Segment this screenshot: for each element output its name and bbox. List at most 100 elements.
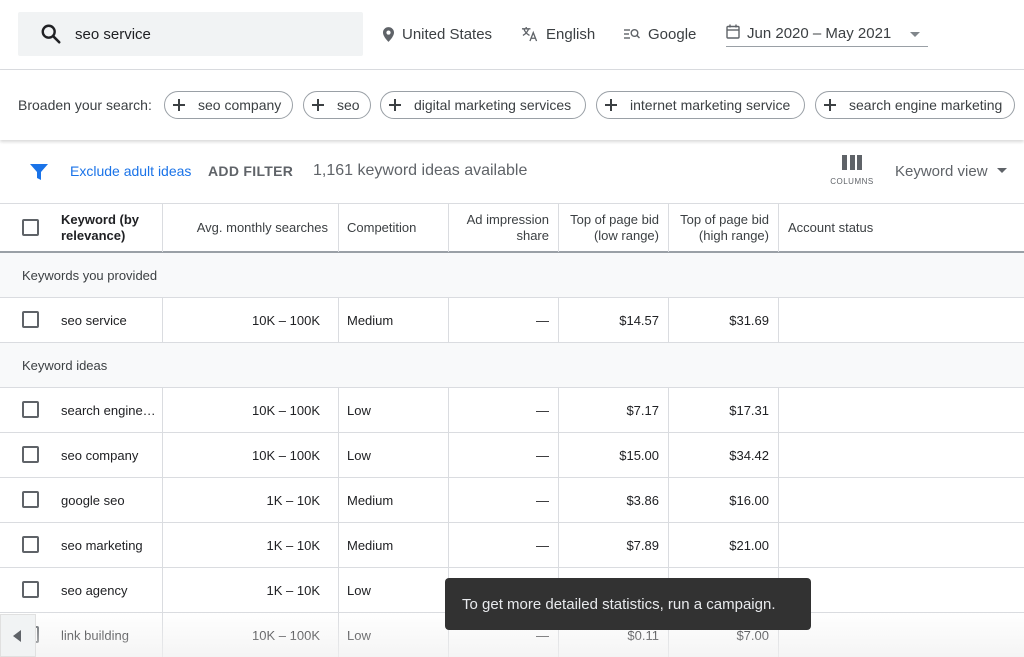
keyword-cell: google seo <box>61 493 125 508</box>
chip-label: search engine marketing <box>849 97 1003 113</box>
header-bid-high[interactable]: Top of page bid (high range) <box>670 204 769 252</box>
avg-searches-cell: 1K – 10K <box>266 583 321 598</box>
column-divider <box>338 433 339 477</box>
header-bid-low[interactable]: Top of page bid (low range) <box>560 204 659 252</box>
network-selector[interactable]: Google <box>624 24 696 44</box>
bid-low-cell: $15.00 <box>619 448 659 463</box>
broaden-chip[interactable]: digital marketing services <box>380 91 586 119</box>
table-row: seo marketing 1K – 10K Medium — $7.89 $2… <box>0 523 1024 568</box>
chip-label: internet marketing service <box>630 97 791 113</box>
arrow-left-icon <box>13 630 21 642</box>
column-divider <box>162 613 163 657</box>
columns-button[interactable]: COLUMNS <box>829 155 875 186</box>
network-label: Google <box>648 25 697 43</box>
column-divider <box>338 613 339 657</box>
column-divider <box>558 478 559 522</box>
competition-cell: Low <box>347 583 371 598</box>
table-row: seo company 10K – 100K Low — $15.00 $34.… <box>0 433 1024 478</box>
row-checkbox[interactable] <box>22 401 39 418</box>
chip-label: seo company <box>198 97 282 113</box>
keyword-cell: seo marketing <box>61 538 143 553</box>
translate-icon <box>521 26 538 42</box>
bid-low-cell: $3.86 <box>626 493 659 508</box>
dropdown-arrow-icon <box>997 168 1007 173</box>
targeting-bar: seo service United States English Google <box>0 0 1024 70</box>
row-checkbox[interactable] <box>22 446 39 463</box>
column-divider <box>338 478 339 522</box>
row-checkbox[interactable] <box>22 491 39 508</box>
language-selector[interactable]: English <box>521 24 595 44</box>
plus-icon <box>605 99 617 111</box>
column-divider <box>778 523 779 567</box>
avg-searches-cell: 10K – 100K <box>252 628 320 643</box>
broaden-chip[interactable]: internet marketing service <box>596 91 805 119</box>
column-divider <box>162 568 163 612</box>
broaden-chip[interactable]: search engine marketing <box>815 91 1015 119</box>
exclude-adult-ideas-link[interactable]: Exclude adult ideas <box>70 163 191 179</box>
broaden-chip[interactable]: seo company <box>164 91 293 119</box>
header-account-status[interactable]: Account status <box>788 204 928 252</box>
header-competition[interactable]: Competition <box>347 204 442 252</box>
bid-high-cell: $17.31 <box>729 403 769 418</box>
competition-cell: Low <box>347 628 371 643</box>
bid-high-cell: $34.42 <box>729 448 769 463</box>
column-divider <box>338 388 339 432</box>
column-divider <box>338 204 339 252</box>
section-title: Keywords you provided <box>22 268 158 283</box>
toast-message: To get more detailed statistics, run a c… <box>445 578 811 630</box>
add-filter-button[interactable]: ADD FILTER <box>208 163 293 179</box>
table-row: search engine… 10K – 100K Low — $7.17 $1… <box>0 388 1024 433</box>
column-divider <box>558 433 559 477</box>
competition-cell: Low <box>347 403 371 418</box>
date-range-label: Jun 2020 – May 2021 <box>747 25 892 42</box>
broaden-search-bar: Broaden your search: seo company seo dig… <box>0 70 1024 140</box>
select-all-checkbox[interactable] <box>22 219 39 236</box>
search-icon <box>41 24 61 44</box>
plus-icon <box>173 99 185 111</box>
date-range-selector[interactable]: Jun 2020 – May 2021 <box>726 20 928 47</box>
row-checkbox[interactable] <box>22 536 39 553</box>
column-divider <box>558 298 559 342</box>
table-toolbar: Exclude adult ideas ADD FILTER 1,161 key… <box>0 141 1024 203</box>
bid-high-cell: $31.69 <box>729 313 769 328</box>
columns-label: COLUMNS <box>830 177 874 186</box>
section-header: Keyword ideas <box>0 343 1024 388</box>
row-checkbox[interactable] <box>22 311 39 328</box>
column-divider <box>668 433 669 477</box>
column-divider <box>338 568 339 612</box>
column-divider <box>162 298 163 342</box>
header-avg-monthly-searches[interactable]: Avg. monthly searches <box>168 204 328 252</box>
column-divider <box>668 388 669 432</box>
header-keyword[interactable]: Keyword (by relevance) <box>61 204 156 252</box>
header-ad-impression-share[interactable]: Ad impression share <box>450 204 549 252</box>
keyword-view-dropdown[interactable]: Keyword view <box>895 163 988 180</box>
chip-label: seo <box>337 97 360 113</box>
column-divider <box>448 523 449 567</box>
bid-high-cell: $21.00 <box>729 538 769 553</box>
column-divider <box>162 204 163 252</box>
filter-icon[interactable] <box>30 163 48 181</box>
row-checkbox[interactable] <box>22 581 39 598</box>
plus-icon <box>312 99 324 111</box>
scroll-left-button[interactable] <box>0 614 36 657</box>
competition-cell: Medium <box>347 493 394 508</box>
bid-low-cell: $7.89 <box>626 538 659 553</box>
bid-low-cell: $14.57 <box>619 313 659 328</box>
keyword-cell: search engine… <box>61 403 156 418</box>
column-divider <box>668 523 669 567</box>
column-divider <box>668 478 669 522</box>
column-divider <box>778 388 779 432</box>
avg-searches-cell: 10K – 100K <box>252 313 320 328</box>
broaden-chip[interactable]: seo <box>303 91 371 119</box>
search-query: seo service <box>75 26 151 43</box>
column-divider <box>338 523 339 567</box>
bid-low-cell: $7.17 <box>626 403 659 418</box>
search-input[interactable]: seo service <box>18 12 363 56</box>
chevron-down-icon <box>910 32 920 37</box>
ad-share-cell: — <box>536 538 549 553</box>
location-selector[interactable]: United States <box>383 24 492 44</box>
column-divider <box>448 298 449 342</box>
avg-searches-cell: 1K – 10K <box>266 493 321 508</box>
keyword-cell: seo agency <box>61 583 128 598</box>
avg-searches-cell: 10K – 100K <box>252 403 320 418</box>
